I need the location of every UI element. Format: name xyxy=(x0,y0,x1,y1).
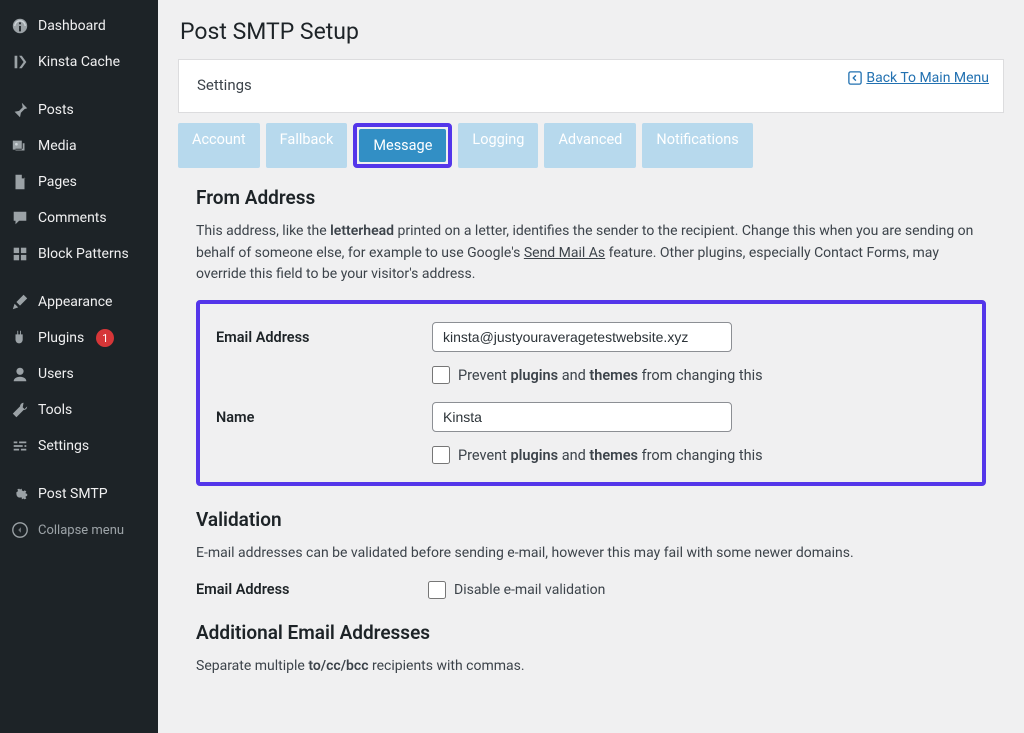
sidebar-item-posts[interactable]: Posts xyxy=(0,92,158,128)
disable-validation-label: Disable e-mail validation xyxy=(454,582,605,598)
sidebar-item-pages[interactable]: Pages xyxy=(0,164,158,200)
disable-validation-checkbox[interactable] xyxy=(428,581,446,599)
tab-advanced[interactable]: Advanced xyxy=(544,123,636,168)
name-label: Name xyxy=(216,409,432,426)
settings-card: Settings Back To Main Menu xyxy=(178,59,1004,113)
kinsta-icon xyxy=(10,52,30,72)
sidebar-item-block-patterns[interactable]: Block Patterns xyxy=(0,236,158,272)
tabs: Account Fallback Message Logging Advance… xyxy=(178,123,1004,168)
wrench-icon xyxy=(10,400,30,420)
admin-sidebar: Dashboard Kinsta Cache Posts Media Pages… xyxy=(0,0,158,733)
sidebar-item-appearance[interactable]: Appearance xyxy=(0,284,158,320)
sidebar-collapse[interactable]: Collapse menu xyxy=(0,512,158,548)
back-arrow-icon xyxy=(848,71,862,85)
email-address-label: Email Address xyxy=(216,329,432,346)
send-mail-as-link[interactable]: Send Mail As xyxy=(524,245,605,261)
sidebar-item-kinsta-cache[interactable]: Kinsta Cache xyxy=(0,44,158,80)
grid-icon xyxy=(10,244,30,264)
back-to-main-link[interactable]: Back To Main Menu xyxy=(848,70,989,86)
sidebar-item-comments[interactable]: Comments xyxy=(0,200,158,236)
settings-label: Settings xyxy=(197,76,252,94)
main-content: Post SMTP Setup Settings Back To Main Me… xyxy=(158,0,1024,733)
tab-notifications[interactable]: Notifications xyxy=(642,123,752,168)
sidebar-item-settings[interactable]: Settings xyxy=(0,428,158,464)
sidebar-item-plugins[interactable]: Plugins 1 xyxy=(0,320,158,356)
prevent-email-checkbox[interactable] xyxy=(432,366,450,384)
tab-message[interactable]: Message xyxy=(359,129,446,162)
sidebar-item-tools[interactable]: Tools xyxy=(0,392,158,428)
plugins-badge: 1 xyxy=(96,329,114,347)
from-address-description: This address, like the letterhead printe… xyxy=(196,221,986,286)
sidebar-item-dashboard[interactable]: Dashboard xyxy=(0,8,158,44)
validation-description: E-mail addresses can be validated before… xyxy=(196,543,986,565)
plugin-icon xyxy=(10,328,30,348)
sidebar-item-users[interactable]: Users xyxy=(0,356,158,392)
validation-section: Validation E-mail addresses can be valid… xyxy=(196,508,986,599)
from-address-section: From Address This address, like the lett… xyxy=(196,186,986,486)
sidebar-item-media[interactable]: Media xyxy=(0,128,158,164)
from-address-heading: From Address xyxy=(196,186,986,209)
comment-icon xyxy=(10,208,30,228)
tab-account[interactable]: Account xyxy=(178,123,260,168)
validation-heading: Validation xyxy=(196,508,986,531)
brush-icon xyxy=(10,292,30,312)
additional-description: Separate multiple to/cc/bcc recipients w… xyxy=(196,656,986,678)
dashboard-icon xyxy=(10,16,30,36)
from-address-form: Email Address Prevent plugins and themes… xyxy=(196,300,986,486)
media-icon xyxy=(10,136,30,156)
page-title: Post SMTP Setup xyxy=(180,18,1004,45)
pin-icon xyxy=(10,100,30,120)
sidebar-item-post-smtp[interactable]: Post SMTP xyxy=(0,476,158,512)
page-icon xyxy=(10,172,30,192)
user-icon xyxy=(10,364,30,384)
prevent-name-checkbox[interactable] xyxy=(432,446,450,464)
validation-email-label: Email Address xyxy=(196,581,428,598)
additional-section: Additional Email Addresses Separate mult… xyxy=(196,621,986,678)
sliders-icon xyxy=(10,436,30,456)
prevent-name-label: Prevent plugins and themes from changing… xyxy=(458,447,763,464)
name-input[interactable] xyxy=(432,402,732,432)
tab-message-highlight: Message xyxy=(353,123,452,168)
tab-logging[interactable]: Logging xyxy=(458,123,538,168)
collapse-icon xyxy=(10,520,30,540)
gear-icon xyxy=(10,484,30,504)
tab-fallback[interactable]: Fallback xyxy=(266,123,348,168)
additional-heading: Additional Email Addresses xyxy=(196,621,986,644)
email-address-input[interactable] xyxy=(432,322,732,352)
prevent-email-label: Prevent plugins and themes from changing… xyxy=(458,367,763,384)
